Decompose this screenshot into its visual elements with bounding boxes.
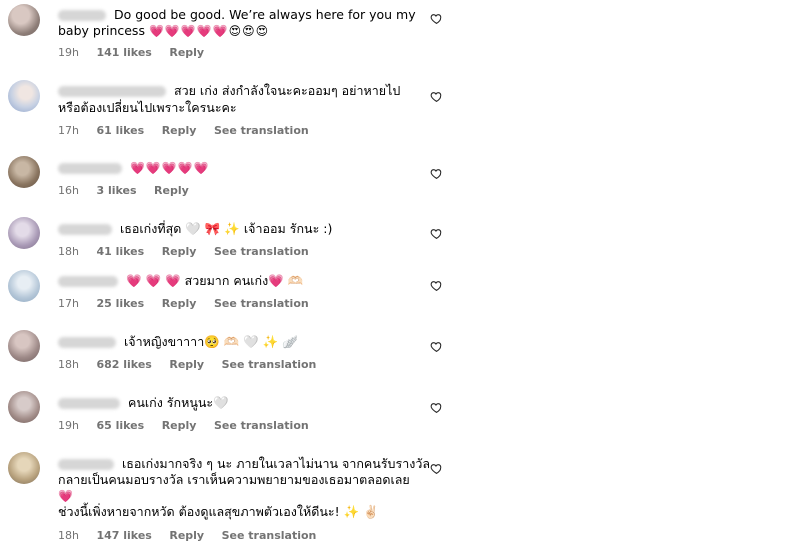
comment-body: เธอเก่งที่สุด 🤍 🎀 ✨ เจ้าออม รักนะ :) [58, 221, 332, 237]
timestamp: 16h [58, 184, 79, 197]
avatar[interactable] [8, 4, 40, 36]
comment-body: สวย เก่ง ส่งกำลังใจนะคะออมๆ อย่าหายไป [58, 83, 400, 99]
comment-body-line2: หรือต้องเปลี่ยนไปเพราะใครนะคะ [58, 100, 237, 115]
reply-button[interactable]: Reply [162, 297, 197, 310]
comment-body-line3: 💗 [58, 489, 74, 503]
username-blurred[interactable] [58, 86, 166, 97]
comment-meta: 18h 147 likes Reply See translation [58, 529, 330, 542]
comment-body: เจ้าหญิงขาาาา🥺 🫶🏻 🤍 ✨ 🪽 [58, 334, 298, 350]
see-translation-button[interactable]: See translation [214, 124, 309, 137]
timestamp: 17h [58, 297, 79, 310]
comment-body: เธอเก่งมากจริง ๆ นะ ภายในเวลาไม่นาน จากค… [58, 456, 430, 472]
heart-outline-icon[interactable] [430, 227, 443, 240]
comment-body: 💗 💗 💗 สวยมาก คนเก่ง💗 🫶🏻 [58, 273, 303, 289]
timestamp: 18h [58, 245, 79, 258]
username-blurred[interactable] [58, 398, 120, 409]
username-blurred[interactable] [58, 459, 114, 470]
timestamp: 19h [58, 419, 79, 432]
comment-body: Do good be good. We’re always here for y… [58, 7, 416, 23]
username-blurred[interactable] [58, 163, 122, 174]
heart-outline-icon[interactable] [430, 90, 443, 103]
reply-button[interactable]: Reply [169, 358, 204, 371]
comment-body: 💗💗💗💗💗 [58, 160, 210, 176]
timestamp: 19h [58, 46, 79, 59]
likes-count[interactable]: 41 likes [96, 245, 144, 258]
heart-outline-icon[interactable] [430, 340, 443, 353]
username-blurred[interactable] [58, 10, 106, 21]
avatar[interactable] [8, 156, 40, 188]
see-translation-button[interactable]: See translation [214, 297, 309, 310]
heart-outline-icon[interactable] [430, 167, 443, 180]
username-blurred[interactable] [58, 276, 118, 287]
likes-count[interactable]: 141 likes [96, 46, 151, 59]
reply-button[interactable]: Reply [154, 184, 189, 197]
likes-count[interactable]: 682 likes [96, 358, 151, 371]
avatar[interactable] [8, 80, 40, 112]
heart-outline-icon[interactable] [430, 462, 443, 475]
avatar[interactable] [8, 330, 40, 362]
reply-button[interactable]: Reply [162, 245, 197, 258]
likes-count[interactable]: 61 likes [96, 124, 144, 137]
comment-meta: 17h 25 likes Reply See translation [58, 297, 323, 310]
comment-meta: 16h 3 likes Reply [58, 184, 203, 197]
comment-body: คนเก่ง รักหนูนะ🤍 [58, 395, 229, 411]
comment-meta: 19h 65 likes Reply See translation [58, 419, 323, 432]
likes-count[interactable]: 25 likes [96, 297, 144, 310]
likes-count[interactable]: 65 likes [96, 419, 144, 432]
likes-count[interactable]: 147 likes [96, 529, 151, 542]
comment-body-line4: ช่วงนี้เพิ่งหายจากหวัด ต้องดูแลสุขภาพตัว… [58, 504, 379, 519]
reply-button[interactable]: Reply [169, 46, 204, 59]
avatar[interactable] [8, 391, 40, 423]
see-translation-button[interactable]: See translation [214, 245, 309, 258]
likes-count[interactable]: 3 likes [96, 184, 136, 197]
timestamp: 18h [58, 529, 79, 542]
heart-outline-icon[interactable] [430, 12, 443, 25]
comment-meta: 18h 41 likes Reply See translation [58, 245, 323, 258]
avatar[interactable] [8, 217, 40, 249]
timestamp: 17h [58, 124, 79, 137]
see-translation-button[interactable]: See translation [222, 529, 317, 542]
see-translation-button[interactable]: See translation [214, 419, 309, 432]
avatar[interactable] [8, 452, 40, 484]
comment-body-line2: baby princess 💗💗💗💗💗😍😍😍 [58, 23, 270, 38]
reply-button[interactable]: Reply [162, 124, 197, 137]
heart-outline-icon[interactable] [430, 279, 443, 292]
comment-meta: 19h 141 likes Reply [58, 46, 218, 59]
comment-meta: 17h 61 likes Reply See translation [58, 124, 323, 137]
username-blurred[interactable] [58, 224, 112, 235]
heart-outline-icon[interactable] [430, 401, 443, 414]
reply-button[interactable]: Reply [169, 529, 204, 542]
reply-button[interactable]: Reply [162, 419, 197, 432]
timestamp: 18h [58, 358, 79, 371]
comment-body-line2: กลายเป็นคนมอบรางวัล เราเห็นความพยายามของ… [58, 472, 410, 487]
comment-meta: 18h 682 likes Reply See translation [58, 358, 330, 371]
username-blurred[interactable] [58, 337, 116, 348]
avatar[interactable] [8, 270, 40, 302]
see-translation-button[interactable]: See translation [222, 358, 317, 371]
